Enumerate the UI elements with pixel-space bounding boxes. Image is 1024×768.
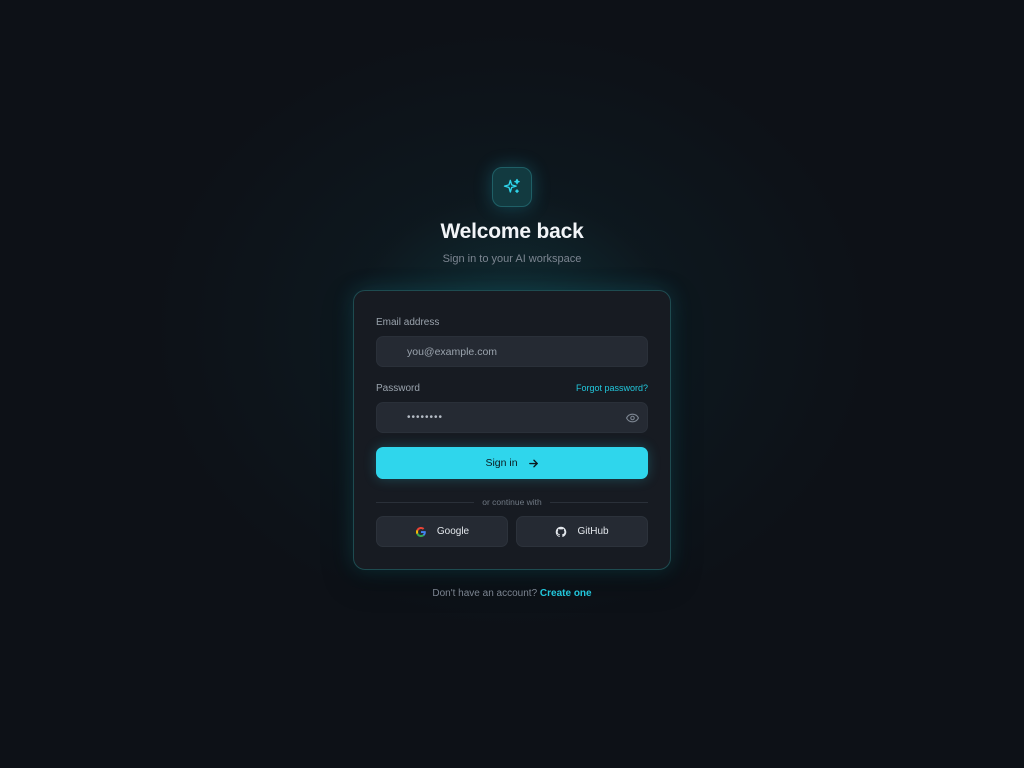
sparkles-icon	[502, 177, 522, 197]
password-value: ••••••••	[407, 412, 444, 423]
signup-prompt-text: Don't have an account?	[432, 588, 538, 599]
email-label: Email address	[376, 317, 440, 328]
password-label: Password	[376, 383, 420, 394]
divider-line-left	[376, 501, 475, 503]
forgot-password-link[interactable]: Forgot password?	[576, 383, 648, 393]
divider-line-right	[549, 501, 649, 503]
google-icon	[415, 526, 427, 538]
github-button[interactable]: GitHub	[516, 516, 648, 547]
login-card: Email address you@example.com Password F…	[353, 290, 671, 570]
email-placeholder: you@example.com	[407, 345, 498, 358]
page-title: Welcome back	[440, 220, 584, 243]
create-account-link[interactable]: Create one	[540, 588, 592, 599]
app-logo	[492, 167, 532, 207]
github-icon	[555, 526, 567, 538]
sign-in-button[interactable]: Sign in	[376, 447, 648, 479]
email-field[interactable]: you@example.com	[376, 336, 648, 367]
arrow-right-icon	[528, 458, 539, 469]
google-label: Google	[436, 526, 470, 537]
page-subtitle: Sign in to your AI workspace	[442, 253, 582, 265]
signup-prompt: Don't have an account? Create one	[0, 588, 1024, 599]
password-field[interactable]: ••••••••	[376, 402, 648, 433]
divider-text: or continue with	[482, 497, 542, 507]
google-button[interactable]: Google	[376, 516, 508, 547]
eye-icon[interactable]	[625, 412, 639, 424]
social-divider: or continue with	[376, 497, 649, 507]
login-page: Welcome back Sign in to your AI workspac…	[0, 0, 1024, 768]
github-label: GitHub	[577, 526, 609, 537]
sign-in-label: Sign in	[485, 457, 518, 469]
